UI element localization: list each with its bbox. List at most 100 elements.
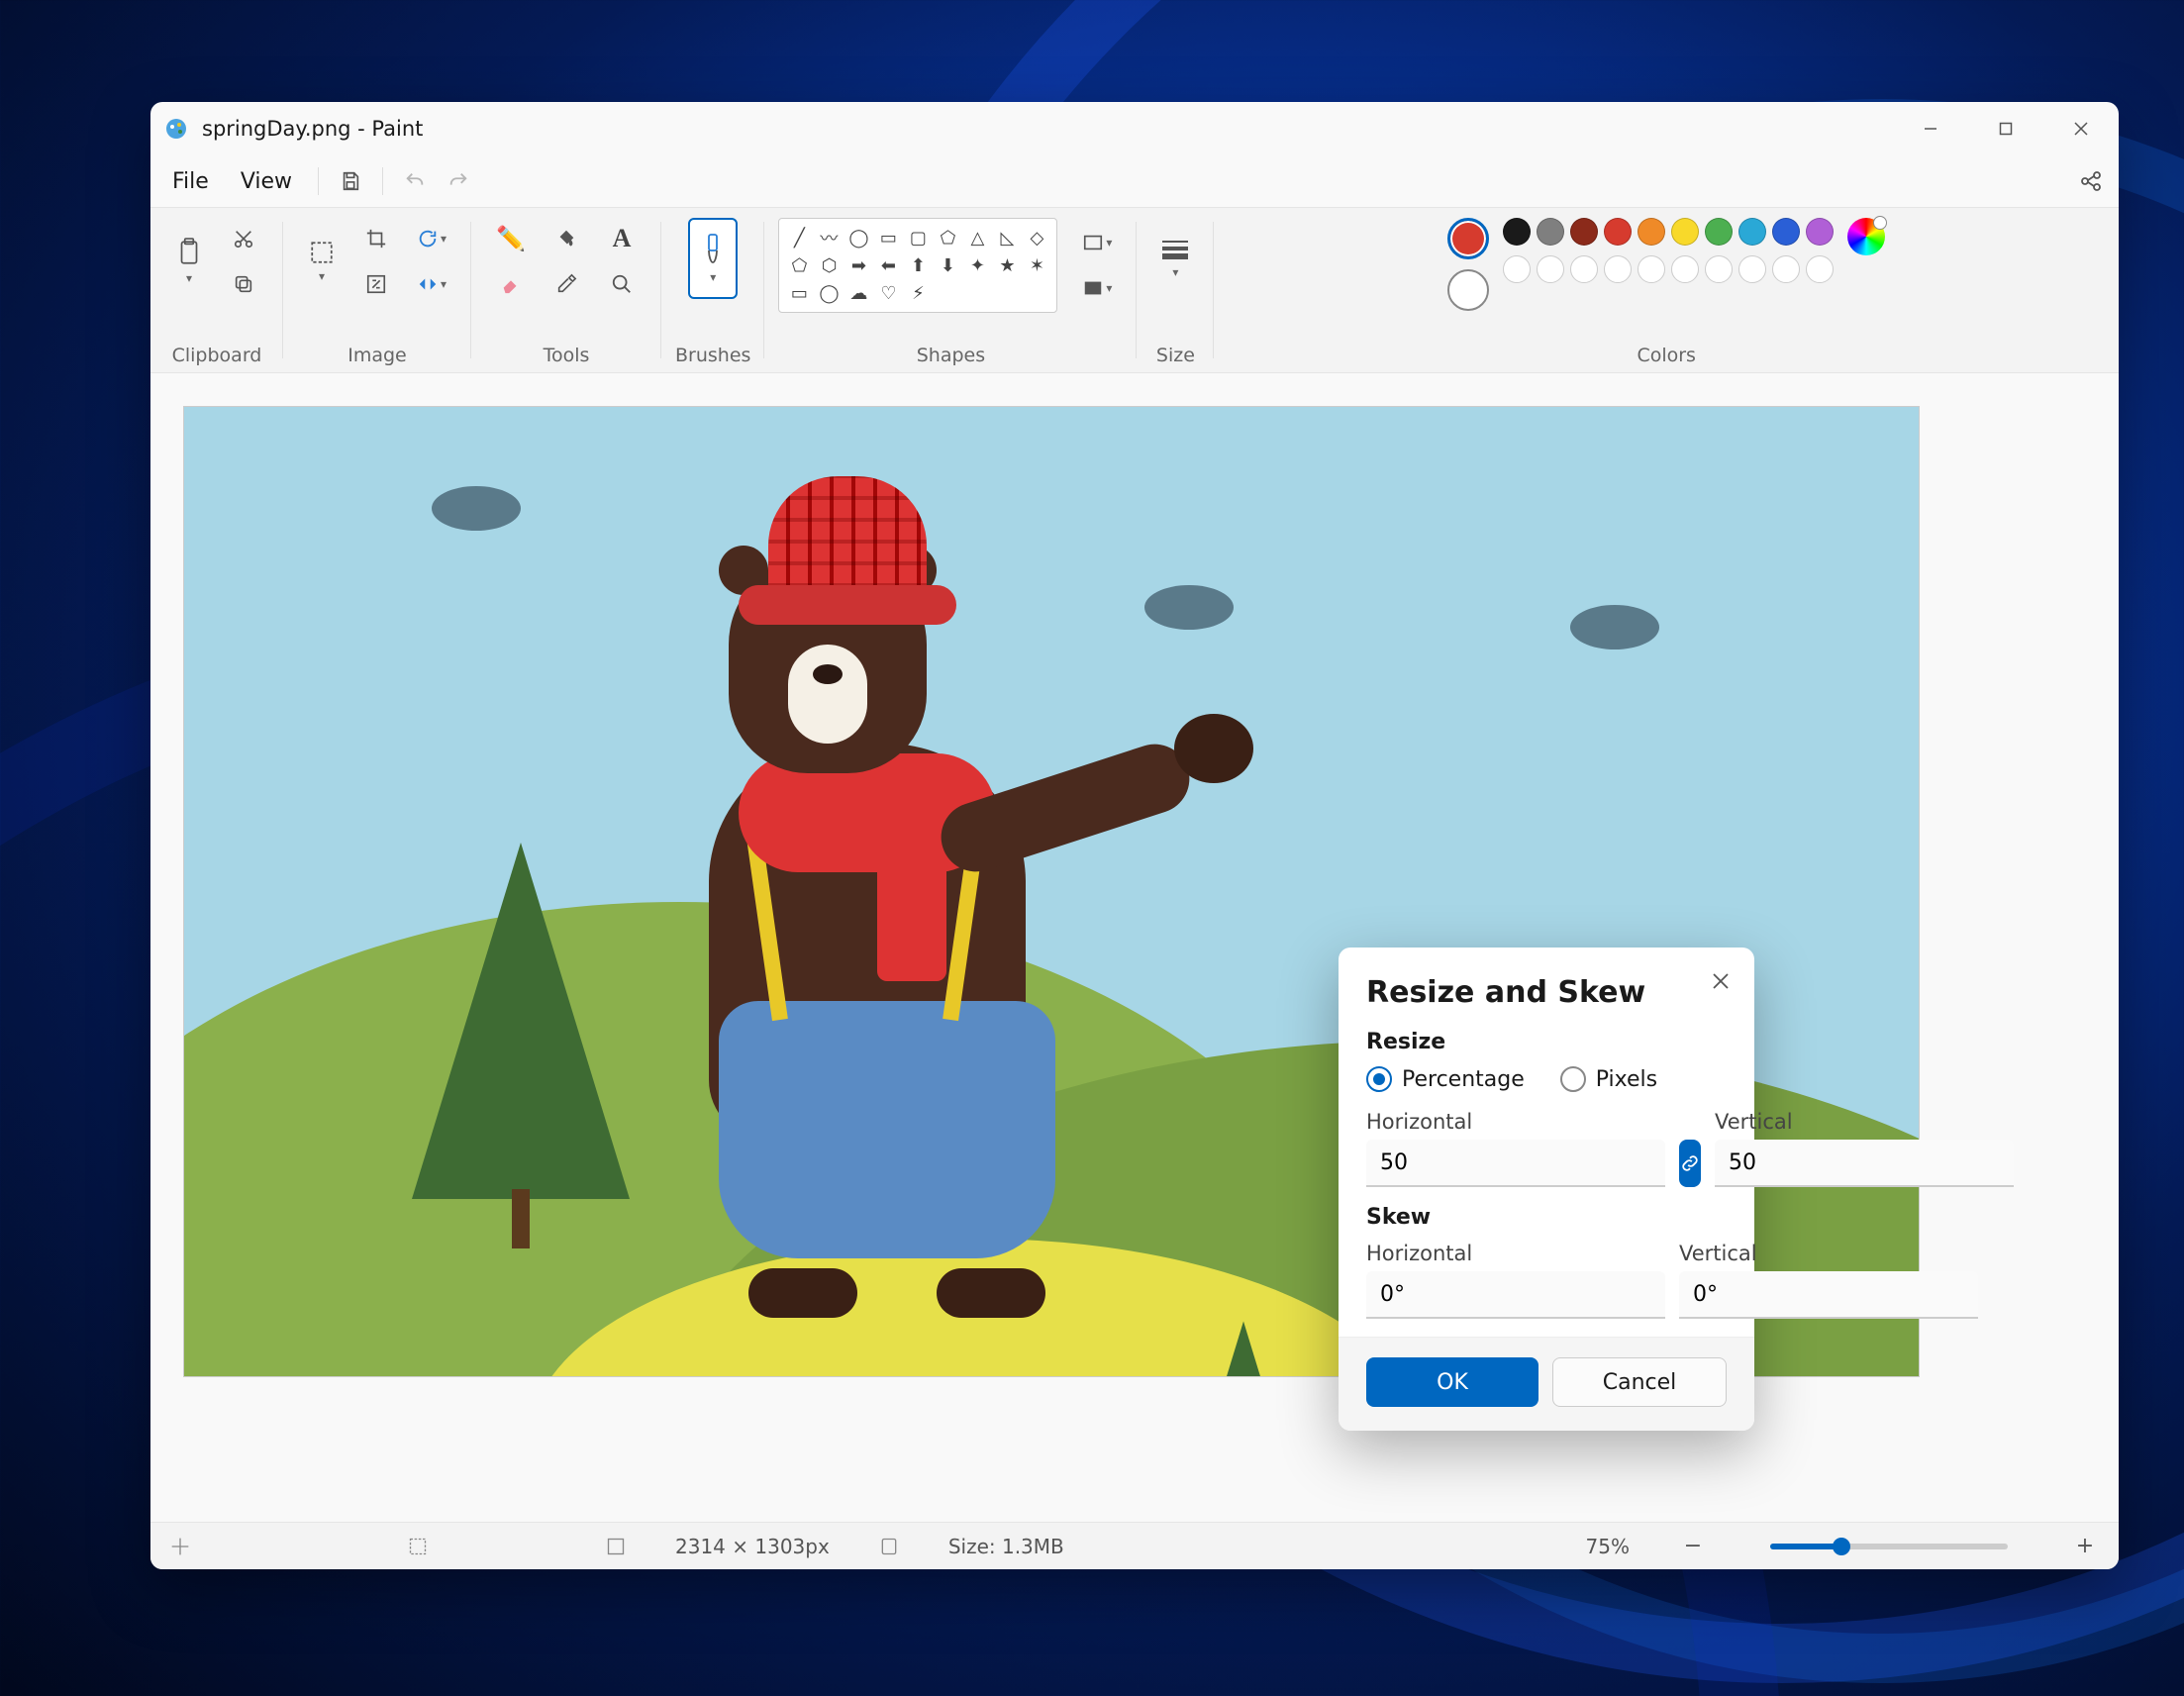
group-label: Size [1156,339,1195,366]
flip-button[interactable]: ▾ [406,263,457,305]
swatch[interactable] [1671,218,1699,246]
shapes-gallery[interactable]: ╱ 〰 ◯ ▭ ▢ ⬠ △ ◺ ◇ ⬠ ⬡ ➡ ⬅ ⬆ ⬇ ✦ ★ [778,218,1057,313]
shape-arrow-r[interactable]: ➡ [844,252,872,278]
cancel-button[interactable]: Cancel [1552,1357,1727,1407]
link-aspect-button[interactable] [1679,1140,1701,1187]
shape-rect[interactable]: ▭ [874,225,902,250]
resize-section-label: Resize [1366,1030,1727,1054]
shape-hexagon[interactable]: ⬡ [815,252,843,278]
swatch-empty[interactable] [1671,255,1699,283]
shape-fill-button[interactable]: ▾ [1071,267,1123,309]
maximize-button[interactable] [1968,102,2043,155]
swatch[interactable] [1806,218,1834,246]
shape-callout-round[interactable]: ◯ [815,280,843,306]
edit-colors-button[interactable] [1847,218,1885,255]
color-2[interactable] [1447,269,1489,311]
swatch[interactable] [1604,218,1632,246]
zoom-out-button[interactable]: − [1679,1533,1707,1560]
radio-label: Percentage [1402,1067,1525,1092]
ribbon: ▾ Clipboard ▾ ▾ ▾ [150,207,2119,373]
shape-triangle[interactable]: △ [963,225,991,250]
swatch[interactable] [1503,218,1531,246]
close-button[interactable] [2043,102,2119,155]
swatch[interactable] [1537,218,1564,246]
select-button[interactable]: ▾ [297,221,347,302]
window-title: springDay.png - Paint [202,117,423,141]
text-tool[interactable]: A [596,218,647,259]
shape-callout-rect[interactable]: ▭ [785,280,813,306]
eraser-tool[interactable] [485,263,537,305]
ok-button[interactable]: OK [1366,1357,1539,1407]
swatch-empty[interactable] [1738,255,1766,283]
ribbon-clipboard: ▾ Clipboard [150,208,283,372]
shape-diamond[interactable]: ◇ [1023,225,1050,250]
skew-vertical-input[interactable] [1679,1271,1978,1319]
share-button[interactable] [2071,161,2111,201]
color-1[interactable] [1447,218,1489,259]
picker-tool[interactable] [541,263,592,305]
shape-pentagon[interactable]: ⬠ [785,252,813,278]
swatch-empty[interactable] [1638,255,1665,283]
shape-callout-cloud[interactable]: ☁ [844,280,872,306]
skew-horizontal-input[interactable] [1366,1271,1665,1319]
swatch-empty[interactable] [1806,255,1834,283]
paint-window: springDay.png - Paint File View ▾ [150,102,2119,1569]
redo-button[interactable] [439,161,478,201]
fill-tool[interactable] [541,218,592,259]
cursor-pos-icon [170,1537,190,1556]
zoom-in-button[interactable]: + [2071,1533,2099,1560]
field-label: Vertical [1679,1242,1978,1265]
shape-6star[interactable]: ✶ [1023,252,1050,278]
shape-roundrect[interactable]: ▢ [904,225,932,250]
ribbon-tools: ✏️ A Tools [471,208,661,372]
swatch[interactable] [1705,218,1733,246]
swatch[interactable] [1772,218,1800,246]
swatch-empty[interactable] [1537,255,1564,283]
size-button[interactable]: ▾ [1150,218,1200,299]
skew-section-label: Skew [1366,1205,1727,1230]
pencil-tool[interactable]: ✏️ [485,218,537,259]
menu-file[interactable]: File [158,163,223,200]
shape-oval[interactable]: ◯ [844,225,872,250]
shape-arrow-u[interactable]: ⬆ [904,252,932,278]
rotate-button[interactable]: ▾ [406,218,457,259]
shape-arrow-l[interactable]: ⬅ [874,252,902,278]
resize-vertical-input[interactable] [1715,1140,2014,1187]
crop-button[interactable] [350,218,402,259]
undo-button[interactable] [395,161,435,201]
ribbon-colors: Colors [1214,208,2119,372]
swatch[interactable] [1570,218,1598,246]
swatch-empty[interactable] [1772,255,1800,283]
swatch-empty[interactable] [1604,255,1632,283]
shape-curve[interactable]: 〰 [815,225,843,250]
shape-right-tri[interactable]: ◺ [993,225,1021,250]
paste-button[interactable]: ▾ [164,221,214,302]
radio-pixels[interactable]: Pixels [1560,1066,1657,1092]
menu-view[interactable]: View [227,163,306,200]
swatch[interactable] [1738,218,1766,246]
resize-button[interactable] [350,263,402,305]
shape-outline-button[interactable]: ▾ [1071,222,1123,263]
cut-button[interactable] [218,218,269,259]
radio-percentage[interactable]: Percentage [1366,1066,1525,1092]
shape-4star[interactable]: ✦ [963,252,991,278]
zoom-slider[interactable] [1770,1544,2008,1549]
save-button[interactable] [331,161,370,201]
shape-heart[interactable]: ♡ [874,280,902,306]
minimize-button[interactable] [1893,102,1968,155]
swatch[interactable] [1638,218,1665,246]
shape-5star[interactable]: ★ [993,252,1021,278]
shape-polygon[interactable]: ⬠ [934,225,961,250]
swatch-empty[interactable] [1503,255,1531,283]
shape-line[interactable]: ╱ [785,225,813,250]
brush-button[interactable]: ▾ [688,218,738,299]
copy-button[interactable] [218,263,269,305]
shape-lightning[interactable]: ⚡ [904,280,932,306]
dialog-close-button[interactable] [1703,963,1738,999]
resize-horizontal-input[interactable] [1366,1140,1665,1187]
shape-arrow-d[interactable]: ⬇ [934,252,961,278]
color-palette-row2 [1503,255,1834,283]
zoom-tool[interactable] [596,263,647,305]
swatch-empty[interactable] [1570,255,1598,283]
swatch-empty[interactable] [1705,255,1733,283]
